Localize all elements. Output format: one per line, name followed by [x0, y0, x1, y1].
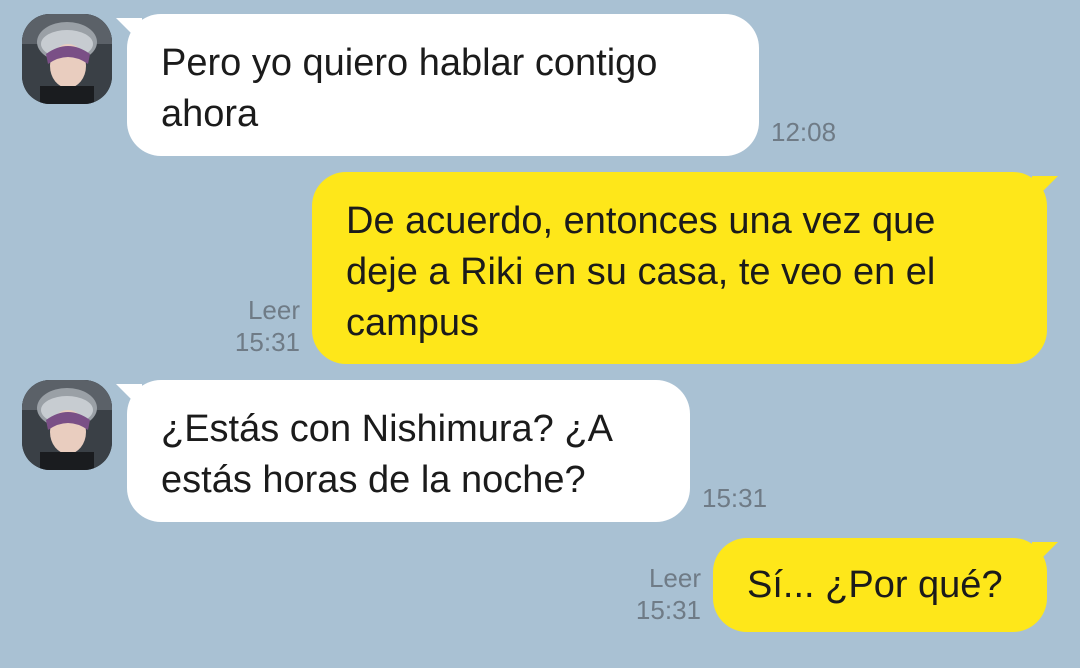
message-line: Pero yo quiero hablar contigo [161, 42, 658, 84]
message-bubble-incoming[interactable]: ¿Estás con Nishimura? ¿A estás horas de … [127, 380, 690, 522]
message-time: 15:31 [635, 595, 701, 625]
message-bubble-outgoing[interactable]: Sí... ¿Por qué? [713, 538, 1047, 632]
chat-view: Pero yo quiero hablar contigo ahora 12:0… [0, 0, 1080, 668]
contact-avatar[interactable] [22, 14, 112, 104]
message-meta: Leer 15:31 [200, 294, 300, 358]
message-line: De acuerdo, entonces una vez que [346, 200, 936, 242]
read-receipt: Leer [247, 295, 300, 325]
message-meta: Leer 15:31 [600, 562, 701, 626]
read-receipt: Leer [648, 563, 701, 593]
message-bubble-outgoing[interactable]: De acuerdo, entonces una vez que deje a … [312, 172, 1047, 364]
avatar-icon [22, 380, 112, 470]
avatar-icon [22, 14, 112, 104]
contact-avatar[interactable] [22, 380, 112, 470]
message-line: deje a Riki en su casa, te veo en el [346, 251, 936, 293]
message-line: campus [346, 302, 480, 344]
bubble-tail [1032, 542, 1058, 568]
message-line: estás horas de la noche? [161, 459, 586, 501]
message-meta: 12:08 [771, 116, 836, 148]
message-line: Sí... ¿Por qué? [747, 564, 1003, 606]
bubble-tail [1032, 176, 1058, 202]
message-line: ahora [161, 93, 259, 135]
message-bubble-incoming[interactable]: Pero yo quiero hablar contigo ahora [127, 14, 759, 156]
message-time: 15:31 [702, 483, 768, 513]
message-line: ¿Estás con Nishimura? ¿A [161, 408, 613, 450]
message-meta: 15:31 [702, 482, 767, 514]
message-time: 12:08 [771, 117, 837, 147]
message-time: 15:31 [234, 327, 300, 357]
